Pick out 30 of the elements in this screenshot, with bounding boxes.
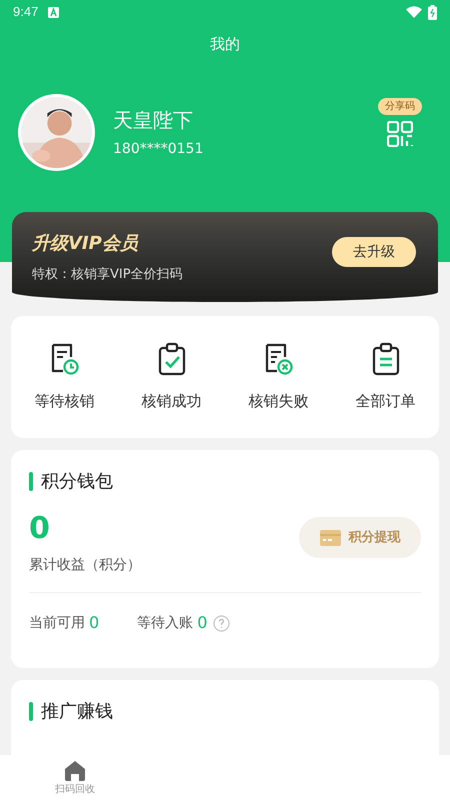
- wifi-icon: [406, 6, 422, 18]
- qr-code-icon[interactable]: [387, 121, 413, 147]
- section-marker: [29, 472, 33, 491]
- card-icon: [320, 530, 340, 546]
- notification-icon: [48, 6, 60, 18]
- total-points: 0: [29, 510, 51, 548]
- order-status-item[interactable]: 核销失败: [225, 342, 332, 412]
- phone-number: 180****0151: [113, 140, 204, 159]
- vip-privilege-text: 特权：核销享VIP全价扫码: [32, 266, 183, 284]
- pending-points: 0: [197, 612, 208, 634]
- page-title: 我的: [210, 34, 240, 55]
- battery-icon: [428, 4, 437, 20]
- section-marker: [29, 702, 33, 721]
- section-title: 推广赚钱: [41, 700, 113, 724]
- order-status-item[interactable]: 等待核销: [11, 342, 118, 412]
- order-status-item[interactable]: 核销成功: [118, 342, 225, 412]
- order-status-item[interactable]: 全部订单: [332, 342, 439, 412]
- home-icon: [64, 760, 86, 781]
- help-icon[interactable]: [213, 614, 230, 632]
- available-points: 0: [89, 612, 100, 634]
- status-time: 9:47: [13, 3, 38, 22]
- total-points-label: 累计收益（积分）: [29, 556, 141, 575]
- section-title: 积分钱包: [41, 470, 113, 494]
- user-name: 天皇陛下: [113, 107, 194, 134]
- available-label: 当前可用: [29, 614, 85, 632]
- upgrade-button[interactable]: 去升级: [332, 237, 416, 267]
- share-code-badge: 分享码: [378, 98, 422, 115]
- vip-banner[interactable]: 升级VIP会员 特权：核销享VIP全价扫码 去升级: [12, 212, 438, 302]
- pending-label: 等待入账: [137, 614, 194, 632]
- vip-title: 升级VIP会员: [32, 232, 140, 256]
